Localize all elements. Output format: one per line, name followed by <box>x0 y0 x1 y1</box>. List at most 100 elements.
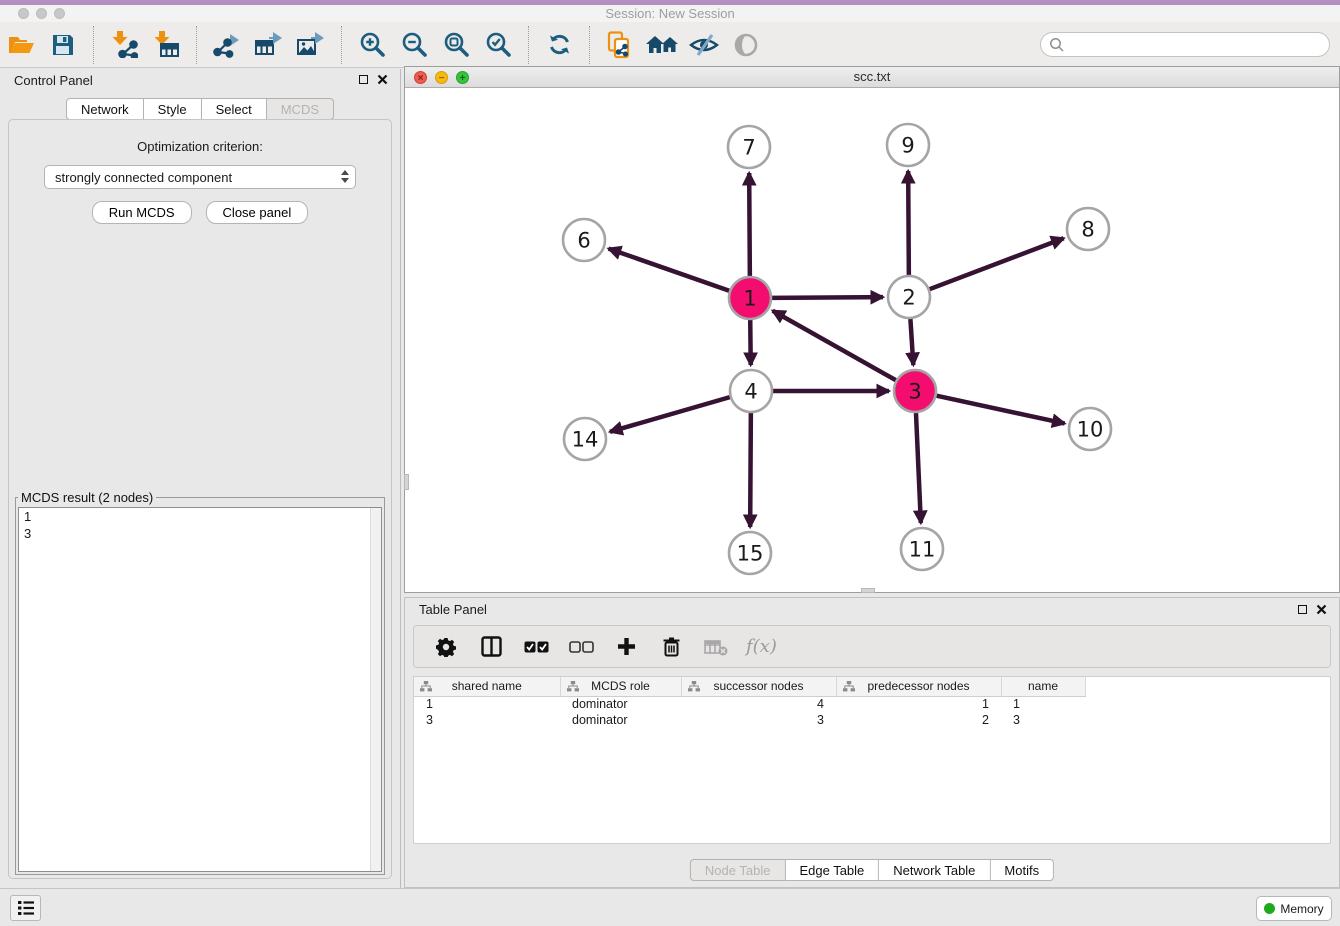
tab-network[interactable]: Network <box>66 98 144 120</box>
graph-node-15[interactable]: 15 <box>729 532 771 574</box>
network-canvas[interactable]: 7 9 6 8 1 2 4 3 14 10 15 11 <box>405 88 1339 592</box>
refresh-icon[interactable] <box>541 27 577 63</box>
task-history-button[interactable] <box>10 895 41 921</box>
graph-node-11[interactable]: 11 <box>901 528 943 570</box>
column-header-predecessor-nodes[interactable]: predecessor nodes <box>836 677 1001 696</box>
graph-node-7[interactable]: 7 <box>728 126 770 168</box>
network-close-button[interactable]: × <box>414 71 427 84</box>
criterion-dropdown[interactable]: strongly connected component <box>44 165 356 189</box>
tab-network-table[interactable]: Network Table <box>879 859 990 881</box>
graph-node-9[interactable]: 9 <box>887 124 929 166</box>
column-header-shared-name[interactable]: shared name <box>414 677 560 696</box>
export-table-icon[interactable] <box>251 27 287 63</box>
table-row[interactable]: 3dominator323 <box>414 712 1085 728</box>
float-panel-icon[interactable] <box>359 75 368 84</box>
table-cell[interactable]: 1 <box>414 696 560 712</box>
graph-node-3[interactable]: 3 <box>894 370 936 412</box>
memory-button[interactable]: Memory <box>1256 896 1332 921</box>
graph-edge-2-3[interactable] <box>910 319 913 365</box>
table-row[interactable]: 1dominator411 <box>414 696 1085 712</box>
close-panel-icon[interactable] <box>377 74 388 85</box>
search-input[interactable] <box>1065 35 1329 55</box>
tab-edge-table[interactable]: Edge Table <box>785 859 879 881</box>
import-network-icon[interactable] <box>106 27 142 63</box>
graph-edge-4-15[interactable] <box>750 413 751 527</box>
mcds-result-list[interactable]: 13 <box>18 507 382 872</box>
graph-edge-2-9[interactable] <box>908 171 909 275</box>
save-session-icon[interactable] <box>45 27 81 63</box>
splitter-grip[interactable] <box>404 474 409 490</box>
graph-edge-1-6[interactable] <box>609 249 730 291</box>
deselect-all-icon[interactable] <box>566 629 596 665</box>
graph-node-2[interactable]: 2 <box>888 276 930 318</box>
import-table-icon[interactable] <box>148 27 184 63</box>
table-cell[interactable]: dominator <box>560 696 681 712</box>
search-box[interactable] <box>1040 32 1330 57</box>
graph-node-1[interactable]: 1 <box>729 277 771 319</box>
table-cell[interactable]: 4 <box>681 696 836 712</box>
mcds-result-line[interactable]: 1 <box>19 508 381 525</box>
delete-icon[interactable] <box>656 629 686 665</box>
graph-edge-1-2[interactable] <box>772 297 883 298</box>
zoom-window-button[interactable] <box>54 8 65 19</box>
graph-node-8[interactable]: 8 <box>1067 208 1109 250</box>
table-cell[interactable]: 2 <box>836 712 1001 728</box>
graph-node-4[interactable]: 4 <box>730 370 772 412</box>
graph-edge-2-8[interactable] <box>930 238 1064 289</box>
minimize-window-button[interactable] <box>36 8 47 19</box>
function-icon[interactable]: f(x) <box>746 629 777 665</box>
graph-edge-3-11[interactable] <box>916 413 921 523</box>
zoom-selected-icon[interactable] <box>480 27 516 63</box>
close-panel-button[interactable]: Close panel <box>206 201 309 224</box>
mcds-result-line[interactable]: 3 <box>19 525 381 542</box>
table-cell[interactable]: 1 <box>1001 696 1085 712</box>
network-view-window: × − + scc.txt 7 9 6 8 1 2 4 3 14 10 15 11 <box>404 66 1340 593</box>
graph-node-10[interactable]: 10 <box>1069 408 1111 450</box>
graph-edge-4-14[interactable] <box>610 397 730 432</box>
column-header-successor-nodes[interactable]: successor nodes <box>681 677 836 696</box>
add-column-icon[interactable] <box>611 629 641 665</box>
tab-mcds[interactable]: MCDS <box>267 98 334 120</box>
duplicate-network-icon[interactable] <box>602 27 638 63</box>
column-header-MCDS-role[interactable]: MCDS role <box>560 677 681 696</box>
eye-icon[interactable] <box>728 27 764 63</box>
run-mcds-button[interactable]: Run MCDS <box>92 201 192 224</box>
network-minimize-button[interactable]: − <box>435 71 448 84</box>
graph-edge-3-10[interactable] <box>936 396 1064 424</box>
graph-edge-3-1[interactable] <box>773 311 896 380</box>
close-panel-icon[interactable] <box>1316 604 1327 615</box>
zoom-out-icon[interactable] <box>396 27 432 63</box>
table-cell[interactable]: dominator <box>560 712 681 728</box>
table-cell[interactable]: 3 <box>1001 712 1085 728</box>
column-header-name[interactable]: name <box>1001 677 1085 696</box>
houses-icon[interactable] <box>644 27 680 63</box>
tab-style[interactable]: Style <box>144 98 202 120</box>
result-scrollbar[interactable] <box>370 508 381 871</box>
network-window-titlebar[interactable]: × − + scc.txt <box>405 67 1339 88</box>
tab-node-table[interactable]: Node Table <box>690 859 786 881</box>
graph-edge-1-7[interactable] <box>749 173 750 276</box>
graph-node-14[interactable]: 14 <box>564 418 606 460</box>
network-maximize-button[interactable]: + <box>456 71 469 84</box>
table-cell[interactable]: 1 <box>836 696 1001 712</box>
columns-icon[interactable] <box>476 629 506 665</box>
table-cell[interactable]: 3 <box>414 712 560 728</box>
gear-icon[interactable] <box>431 629 461 665</box>
tab-motifs[interactable]: Motifs <box>990 859 1054 881</box>
zoom-in-icon[interactable] <box>354 27 390 63</box>
float-panel-icon[interactable] <box>1298 605 1307 614</box>
select-all-icon[interactable] <box>521 629 551 665</box>
eye-slash-icon[interactable] <box>686 27 722 63</box>
table-cell[interactable]: 3 <box>681 712 836 728</box>
window-controls[interactable] <box>18 8 65 19</box>
delete-table-icon[interactable] <box>701 629 731 665</box>
export-image-icon[interactable] <box>293 27 329 63</box>
open-session-icon[interactable] <box>3 27 39 63</box>
export-network-icon[interactable] <box>209 27 245 63</box>
tab-select[interactable]: Select <box>202 98 267 120</box>
graph-node-6[interactable]: 6 <box>563 219 605 261</box>
splitter-grip[interactable] <box>861 588 875 593</box>
close-window-button[interactable] <box>18 8 29 19</box>
zoom-fit-icon[interactable] <box>438 27 474 63</box>
svg-text:11: 11 <box>909 538 936 562</box>
